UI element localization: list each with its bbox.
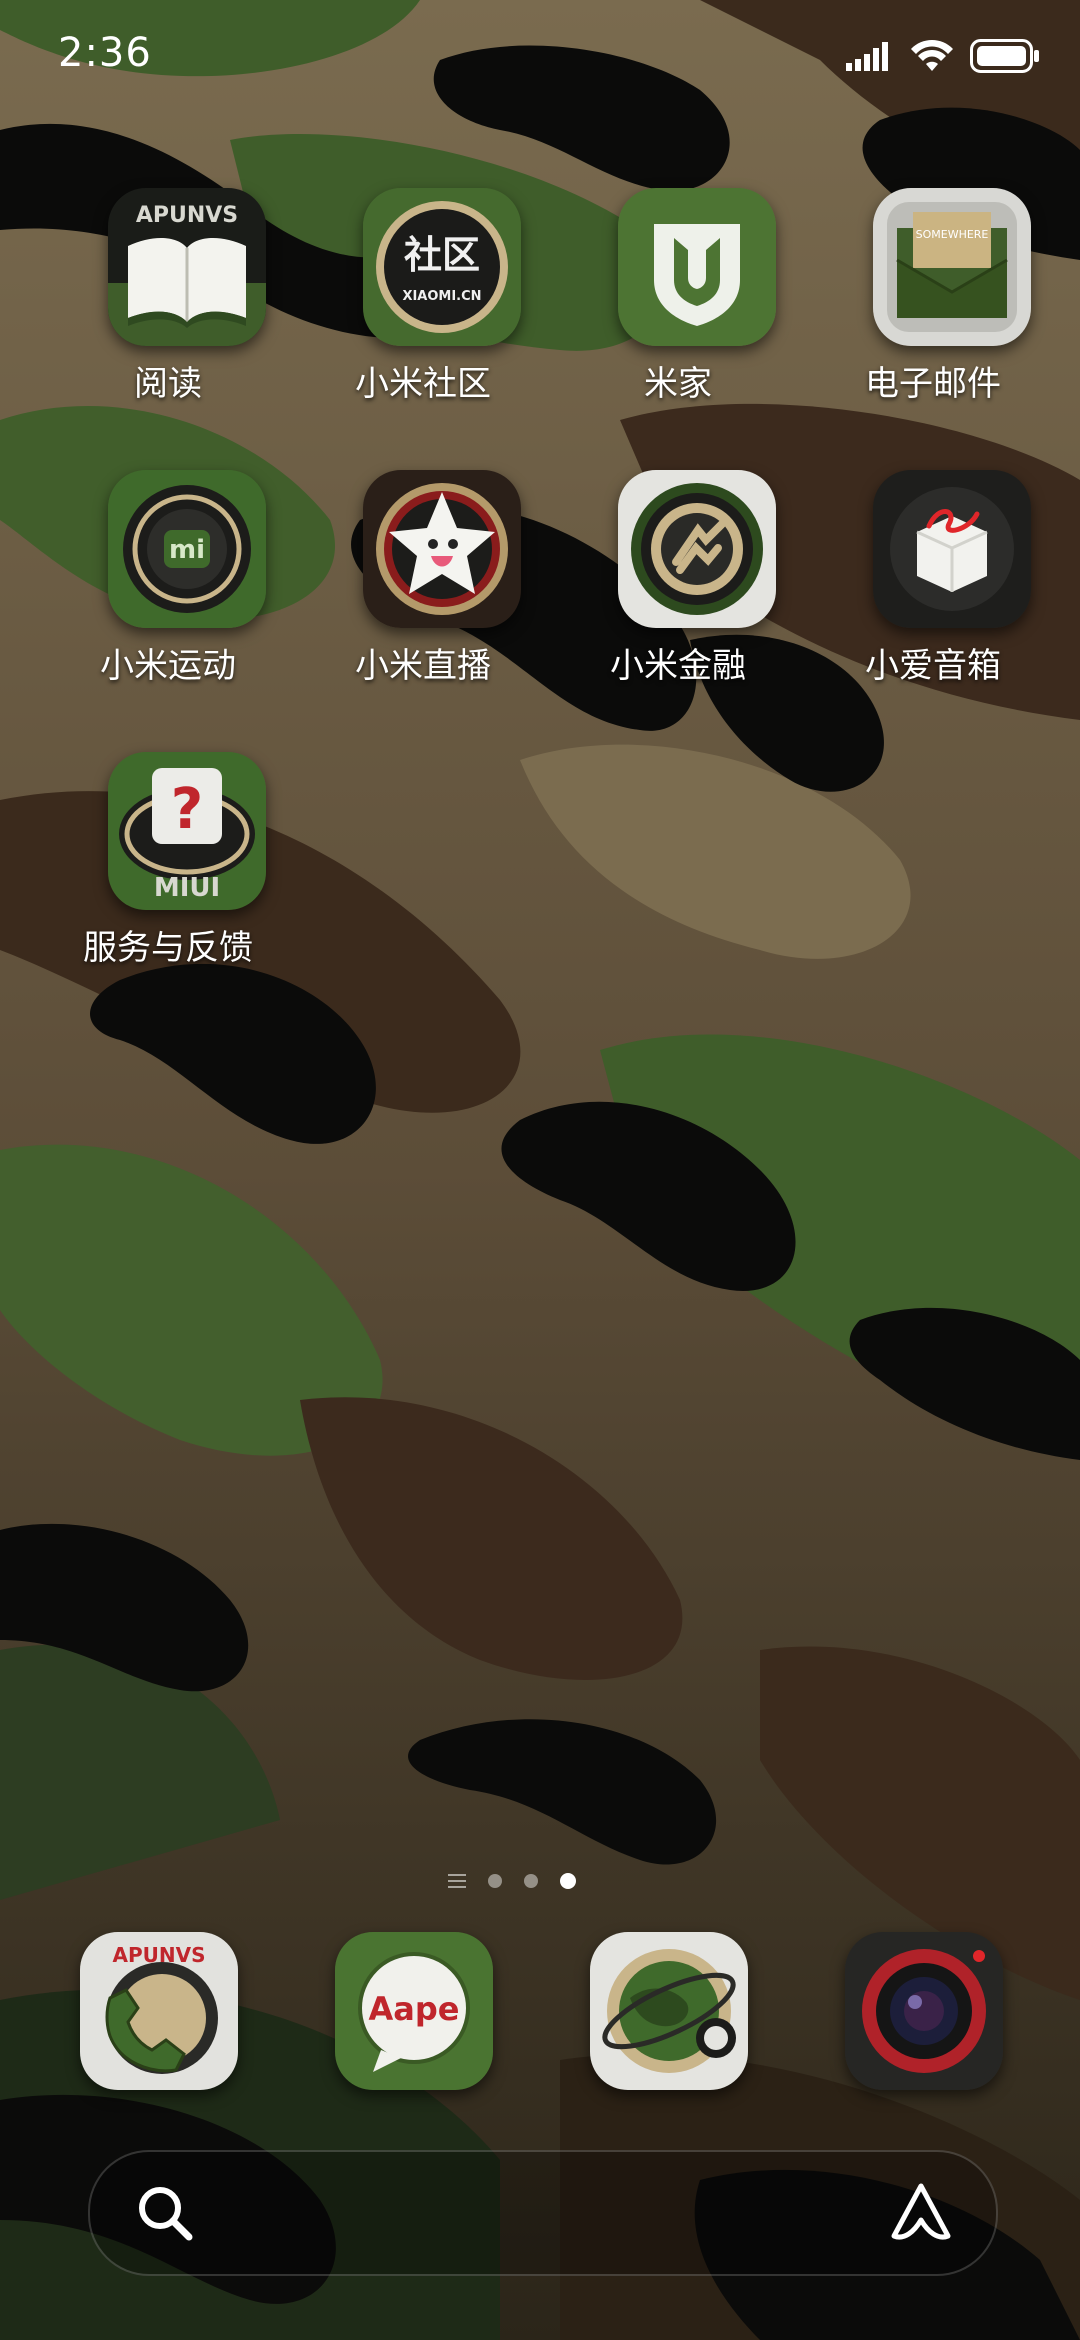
- dock-browser[interactable]: [590, 1932, 748, 2090]
- finance-emblem-icon: [618, 470, 776, 628]
- svg-text:Aape: Aape: [369, 1990, 460, 2028]
- dock-messages[interactable]: Aape: [335, 1932, 493, 2090]
- app-xiaomi-community[interactable]: 社区 XIAOMI.CN 小米社区: [313, 188, 533, 418]
- wifi-icon: [911, 40, 953, 71]
- list-page-icon[interactable]: [448, 1874, 466, 1888]
- svg-text:MIUI: MIUI: [154, 873, 220, 903]
- app-label: 米家: [644, 364, 712, 404]
- status-icons: [846, 34, 1040, 78]
- mijia-shield-icon: [618, 188, 776, 346]
- svg-text:社区: 社区: [404, 233, 480, 277]
- camera-lens-icon: [845, 1932, 1003, 2090]
- globe-icon: [590, 1932, 748, 2090]
- app-email[interactable]: SOMEWHERE 电子邮件: [823, 188, 1043, 418]
- envelope-icon: SOMEWHERE: [873, 188, 1031, 346]
- svg-text:XIAOMI.CN: XIAOMI.CN: [402, 289, 481, 304]
- mi-band-icon: mi: [108, 470, 266, 628]
- chat-bubble-icon: Aape: [335, 1932, 493, 2090]
- svg-text:?: ?: [171, 777, 203, 842]
- page-dot-2[interactable]: [524, 1874, 538, 1888]
- speaker-cube-icon: [873, 470, 1031, 628]
- phone-icon: APUNVS: [80, 1932, 238, 2090]
- dock-camera[interactable]: [845, 1932, 1003, 2090]
- status-time: 2:36: [58, 30, 152, 76]
- page-dot-1[interactable]: [488, 1874, 502, 1888]
- svg-text:APUNVS: APUNVS: [113, 1943, 206, 1967]
- app-label: 小爱音箱: [865, 646, 1001, 686]
- search-bar[interactable]: [88, 2150, 998, 2276]
- signal-icon: [846, 42, 888, 71]
- app-label: 阅读: [134, 364, 202, 404]
- svg-text:APUNVS: APUNVS: [136, 203, 238, 228]
- search-icon[interactable]: [134, 2182, 196, 2244]
- status-bar: 2:36: [0, 0, 1080, 110]
- app-label: 小米金融: [610, 646, 746, 686]
- app-mi-fit[interactable]: mi 小米运动: [58, 470, 278, 700]
- svg-text:mi: mi: [169, 535, 205, 565]
- page-indicator[interactable]: [448, 1868, 608, 1894]
- app-label: 小米运动: [100, 646, 236, 686]
- app-mijia[interactable]: 米家: [568, 188, 788, 418]
- app-label: 电子邮件: [865, 364, 1001, 404]
- svg-text:SOMEWHERE: SOMEWHERE: [916, 228, 989, 241]
- question-box-icon: ? MIUI: [108, 752, 266, 910]
- page-dot-3-active[interactable]: [560, 1873, 576, 1889]
- dock-phone[interactable]: APUNVS: [80, 1932, 238, 2090]
- app-mi-live[interactable]: 小米直播: [313, 470, 533, 700]
- app-reading[interactable]: APUNVS 阅读: [58, 188, 278, 418]
- assistant-icon[interactable]: [886, 2180, 956, 2246]
- star-face-icon: [363, 470, 521, 628]
- app-xiaoai-speaker[interactable]: 小爱音箱: [823, 470, 1043, 700]
- book-icon: APUNVS: [108, 188, 266, 346]
- app-label: 服务与反馈: [83, 928, 253, 968]
- app-mi-finance[interactable]: 小米金融: [568, 470, 788, 700]
- app-label: 小米社区: [355, 364, 491, 404]
- battery-icon: [970, 39, 1039, 73]
- app-service-feedback[interactable]: ? MIUI 服务与反馈: [58, 752, 278, 982]
- community-badge-icon: 社区 XIAOMI.CN: [363, 188, 521, 346]
- app-label: 小米直播: [355, 646, 491, 686]
